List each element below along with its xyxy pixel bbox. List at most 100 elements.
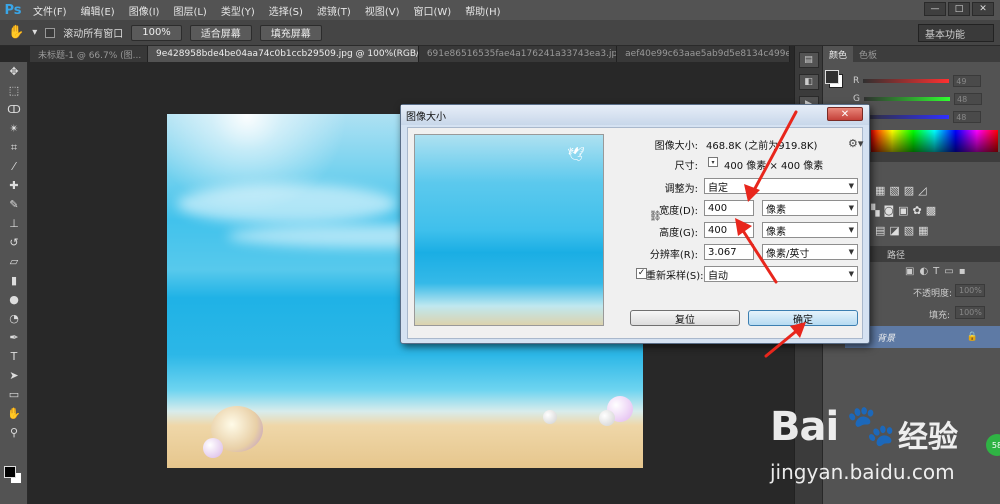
tab-active-document[interactable]: 9e428958bde4be04aa74c0b1ccb29509.jpg @ 1… <box>148 46 419 62</box>
menu-view[interactable]: 视图(V) <box>358 3 407 18</box>
dialog-titlebar: 图像大小 <box>401 105 869 125</box>
menu-layer[interactable]: 图层(L) <box>166 3 213 18</box>
menu-file[interactable]: 文件(F) <box>26 3 74 18</box>
fill-screen-button[interactable]: 填充屏幕 <box>259 24 322 41</box>
path-selection-tool-icon[interactable]: ➤ <box>0 366 28 385</box>
ok-button[interactable]: 确定 <box>748 310 858 326</box>
gear-icon[interactable]: ⚙▾ <box>848 137 863 150</box>
red-channel-row: R 49 <box>823 72 1000 90</box>
resample-label: 重新采样(S): <box>646 271 704 282</box>
zoom-tool-icon[interactable]: ⚲ <box>0 423 28 442</box>
width-input[interactable]: 400 <box>704 200 754 216</box>
fill-label: 填充: <box>929 311 951 321</box>
gradient-tool-icon[interactable]: ▮ <box>0 271 28 290</box>
height-unit-select[interactable]: 像素 ▼ <box>762 222 858 238</box>
tab-document-4[interactable]: aef40e99c63aae5ab9d5e8134c499e7... <box>617 46 790 62</box>
resolution-unit-value: 像素/英寸 <box>766 248 810 260</box>
menu-type[interactable]: 类型(Y) <box>214 3 262 18</box>
reset-button[interactable]: 复位 <box>630 310 740 326</box>
lock-icon: 🔒 <box>966 332 978 342</box>
adjustment-icons-row-3[interactable]: ▤◪▧▦ <box>875 224 933 237</box>
shape-tool-icon[interactable]: ▭ <box>0 385 28 404</box>
clone-stamp-tool-icon[interactable]: ⊥ <box>0 214 28 233</box>
zoom-100-button[interactable]: 100% <box>131 24 182 41</box>
eyedropper-tool-icon[interactable]: ⁄ <box>0 157 28 176</box>
eraser-tool-icon[interactable]: ▱ <box>0 252 28 271</box>
workspace-select[interactable]: 基本功能 <box>918 24 994 42</box>
opacity-input[interactable]: 100% <box>955 284 985 297</box>
history-panel-icon[interactable]: ▤ <box>798 52 819 68</box>
fit-screen-button[interactable]: 适合屏幕 <box>189 24 252 41</box>
pearl <box>543 410 557 424</box>
menu-window[interactable]: 窗口(W) <box>406 3 458 18</box>
chevron-down-icon: ▼ <box>848 248 854 256</box>
history-brush-tool-icon[interactable]: ↺ <box>0 233 28 252</box>
foreground-color-swatch[interactable] <box>4 466 16 478</box>
resolution-unit-select[interactable]: 像素/英寸 ▼ <box>762 244 858 260</box>
menu-select[interactable]: 选择(S) <box>262 3 310 18</box>
lasso-tool-icon[interactable]: ↀ <box>0 100 28 119</box>
image-size-label: 图像大小: <box>654 141 698 152</box>
menu-edit[interactable]: 编辑(E) <box>74 3 122 18</box>
tab-untitled[interactable]: 未标题-1 @ 66.7% (图...× <box>30 46 149 62</box>
minimize-button[interactable]: — <box>924 2 946 16</box>
fit-to-select[interactable]: 自定 ▼ <box>704 178 858 194</box>
resample-value: 自动 <box>708 270 728 282</box>
marquee-tool-icon[interactable]: ⬚ <box>0 81 28 100</box>
hand-tool-icon[interactable]: ✋ <box>8 25 24 40</box>
color-spectrum-ramp[interactable] <box>871 130 998 152</box>
menu-image[interactable]: 图像(I) <box>122 3 167 18</box>
hand-tool-icon[interactable]: ✋ <box>0 404 28 423</box>
properties-panel-icon[interactable]: ◧ <box>798 74 819 90</box>
dodge-tool-icon[interactable]: ◔ <box>0 309 28 328</box>
adjustment-icons-row-2[interactable]: ▚◙▣✿▩ <box>871 204 940 217</box>
channel-label: G <box>853 94 860 104</box>
menu-filter[interactable]: 滤镜(T) <box>310 3 358 18</box>
magic-wand-tool-icon[interactable]: ✴ <box>0 119 28 138</box>
layer-filter-icons[interactable]: ▣◐T▭▪ <box>905 266 971 277</box>
width-unit-select[interactable]: 像素 ▼ <box>762 200 858 216</box>
watermark-url: jingyan.baidu.com <box>770 460 955 484</box>
options-bar: ✋ ▾ 滚动所有窗口 100% 适合屏幕 填充屏幕 基本功能 <box>0 20 1000 46</box>
red-slider[interactable] <box>863 79 950 83</box>
blur-tool-icon[interactable]: ● <box>0 290 28 309</box>
move-tool-icon[interactable]: ✥ <box>0 62 28 81</box>
image-preview[interactable]: 🕊 <box>414 134 604 326</box>
healing-brush-tool-icon[interactable]: ✚ <box>0 176 28 195</box>
paw-icon: 🐾 <box>846 403 896 449</box>
blue-value[interactable]: 48 <box>953 111 982 123</box>
tab-label: 9e428958bde4be04aa74c0b1ccb29509.jpg @ 1… <box>156 49 419 59</box>
watermark-brand-cn: 经验 <box>898 420 958 455</box>
green-slider[interactable] <box>863 97 950 101</box>
crop-tool-icon[interactable]: ⌗ <box>0 138 28 157</box>
baidu-watermark: Bai 🐾 经验 jingyan.baidu.com <box>770 403 1000 504</box>
pen-tool-icon[interactable]: ✒ <box>0 328 28 347</box>
resolution-input[interactable]: 3.067 <box>704 244 754 260</box>
tab-label: 691e86516535fae4a176241a33743ea3.jpg <box>426 49 618 59</box>
tool-preset-caret-icon[interactable]: ▾ <box>32 27 37 38</box>
dimensions-unit-dropdown[interactable]: ▾ <box>708 157 718 167</box>
restore-button[interactable]: □ <box>948 2 970 16</box>
tab-swatches[interactable]: 色板 <box>853 46 883 62</box>
height-label: 高度(G): <box>659 228 698 239</box>
dialog-title: 图像大小 <box>406 111 446 123</box>
tab-paths[interactable]: 路径 <box>887 248 905 261</box>
close-window-button[interactable]: ✕ <box>972 2 994 16</box>
adjustment-icons-row-1[interactable]: ▦▧▨◿ <box>875 184 931 197</box>
menu-bar: Ps 文件(F) 编辑(E) 图像(I) 图层(L) 类型(Y) 选择(S) 滤… <box>0 0 1000 20</box>
scroll-all-windows-checkbox[interactable] <box>45 27 56 38</box>
menu-help[interactable]: 帮助(H) <box>458 3 507 18</box>
width-label: 宽度(D): <box>659 206 698 217</box>
resample-select[interactable]: 自动 ▼ <box>704 266 858 282</box>
seagull-icon: 🕊 <box>567 147 585 163</box>
fill-input[interactable]: 100% <box>955 306 985 319</box>
dialog-close-button[interactable]: ✕ <box>827 107 863 121</box>
tab-color[interactable]: 颜色 <box>823 46 854 62</box>
blue-slider[interactable] <box>863 115 950 119</box>
brush-tool-icon[interactable]: ✎ <box>0 195 28 214</box>
tab-document-3[interactable]: 691e86516535fae4a176241a33743ea3.jpg× <box>419 46 618 62</box>
type-tool-icon[interactable]: T <box>0 347 28 366</box>
height-input[interactable]: 400 <box>704 222 754 238</box>
red-value[interactable]: 49 <box>953 75 982 87</box>
green-value[interactable]: 48 <box>953 93 982 105</box>
